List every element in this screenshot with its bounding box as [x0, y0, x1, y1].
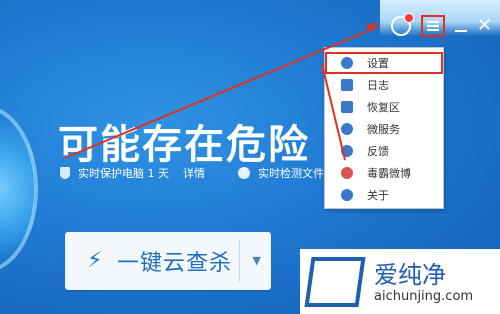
one-click-scan-button[interactable]: ⚡ 一键云查杀 ▼ [65, 232, 271, 290]
detection-text: 实时检测文件 [258, 167, 324, 180]
menu-item-settings[interactable]: 设置 [325, 52, 443, 74]
user-avatar-icon[interactable] [390, 13, 414, 36]
globe-icon [238, 167, 250, 179]
scan-button-label: 一键云查杀 [117, 251, 233, 276]
menu-item-weibo[interactable]: 毒霸微博 [325, 162, 443, 184]
main-menu-dropdown: 设置 日志 恢复区 微服务 反馈 毒霸微博 关于 [324, 47, 444, 209]
menu-item-feedback[interactable]: 反馈 [325, 140, 443, 162]
service-icon [341, 123, 353, 135]
protection-days-text: 实时保护电脑 1 天 [78, 167, 169, 180]
watermark-logo [304, 257, 366, 307]
menu-item-label: 毒霸微博 [367, 167, 411, 180]
feedback-icon [341, 145, 353, 157]
log-icon [341, 79, 353, 91]
details-link[interactable]: 详情 [183, 165, 205, 181]
detection-status: 实时检测文件 [238, 165, 324, 181]
menu-item-label: 恢复区 [367, 101, 400, 114]
title-bar-controls: ✕ [390, 13, 492, 38]
info-icon [341, 189, 353, 201]
menu-item-label: 日志 [367, 79, 389, 92]
scan-button-divider [239, 240, 240, 282]
lightning-icon: ⚡ [87, 248, 103, 273]
risk-status-headline: 可能存在危险 [58, 122, 310, 168]
status-gauge [0, 105, 38, 273]
hamburger-icon [426, 21, 439, 31]
antivirus-main-window: ✕ 可能存在危险 实时保护电脑 1 天 详情 实时检测文件 ⚡ 一键云查杀 ▼ … [0, 0, 500, 314]
minimize-button[interactable] [454, 20, 467, 32]
restore-icon [341, 101, 353, 113]
menu-item-label: 反馈 [367, 145, 389, 158]
gear-icon [341, 57, 353, 69]
menu-item-log[interactable]: 日志 [325, 74, 443, 96]
menu-item-label: 关于 [367, 189, 389, 202]
menu-item-restore[interactable]: 恢复区 [325, 96, 443, 118]
menu-item-label: 设置 [367, 57, 389, 70]
watermark-title: 爱纯净 [374, 261, 446, 289]
main-menu-button[interactable] [420, 15, 445, 37]
menu-item-about[interactable]: 关于 [325, 184, 443, 206]
menu-item-label: 微服务 [367, 123, 400, 136]
protection-status: 实时保护电脑 1 天 详情 [60, 165, 205, 181]
menu-item-service[interactable]: 微服务 [325, 118, 443, 140]
watermark: 爱纯净 aichunjing.com [300, 249, 500, 314]
weibo-icon [341, 167, 353, 179]
shield-icon [60, 167, 70, 179]
watermark-url: aichunjing.com [374, 289, 474, 304]
scan-options-dropdown[interactable]: ▼ [253, 254, 261, 267]
close-button[interactable]: ✕ [477, 17, 492, 35]
